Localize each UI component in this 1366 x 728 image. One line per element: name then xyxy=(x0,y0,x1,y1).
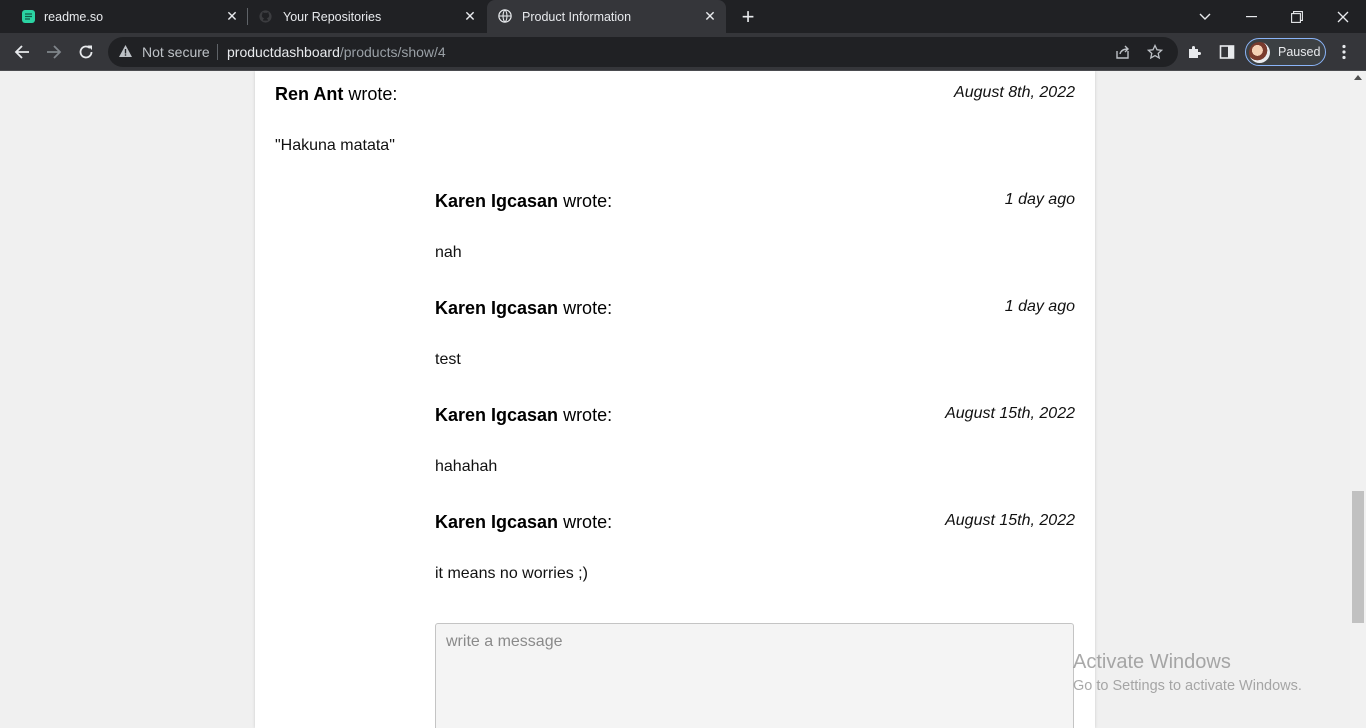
url-host: productdashboard xyxy=(227,44,340,60)
kebab-menu-icon xyxy=(1342,44,1346,60)
reply-date: August 15th, 2022 xyxy=(945,512,1075,529)
wrote-label: wrote: xyxy=(343,84,398,104)
scroll-thumb[interactable] xyxy=(1352,491,1364,623)
close-icon[interactable]: ✕ xyxy=(702,8,718,24)
reply-text: hahahah xyxy=(435,458,498,475)
watermark-subtitle: Go to Settings to activate Windows. xyxy=(1073,678,1302,694)
reply-author-line: Karen Igcasan wrote: xyxy=(435,512,612,533)
page-scrollbar[interactable] xyxy=(1350,71,1366,728)
page-viewport: Ren Ant wrote: August 8th, 2022 "Hakuna … xyxy=(0,71,1366,728)
reply-date: 1 day ago xyxy=(1004,298,1075,315)
comment-date: August 8th, 2022 xyxy=(954,84,1075,101)
reply-item: Karen Igcasan wrote: 1 day ago nah xyxy=(435,191,1075,261)
comment-author-line: Ren Ant wrote: xyxy=(275,84,397,105)
comment-text: "Hakuna matata" xyxy=(275,137,395,154)
scroll-up-arrow-icon[interactable] xyxy=(1354,75,1362,80)
puzzle-icon xyxy=(1189,46,1201,58)
close-icon[interactable]: ✕ xyxy=(224,8,240,24)
warning-icon[interactable] xyxy=(118,44,133,58)
profile-status: Paused xyxy=(1278,45,1321,59)
security-label[interactable]: Not secure xyxy=(142,44,210,60)
tab-title: readme.so xyxy=(44,10,104,24)
avatar xyxy=(1249,42,1270,63)
watermark-title: Activate Windows xyxy=(1073,651,1231,673)
side-panel-button[interactable] xyxy=(1215,40,1239,64)
windows-activation-watermark: Activate Windows Go to Settings to activ… xyxy=(1073,651,1302,694)
arrow-left-icon xyxy=(14,45,29,59)
reload-button[interactable] xyxy=(74,40,98,64)
reply-text: nah xyxy=(435,244,462,261)
github-icon xyxy=(259,10,272,23)
menu-button[interactable] xyxy=(1332,40,1356,64)
reply-text: it means no worries ;) xyxy=(435,565,588,582)
side-panel-icon xyxy=(1219,45,1235,59)
close-icon[interactable]: ✕ xyxy=(462,8,478,24)
reply-author-line: Karen Igcasan wrote: xyxy=(435,405,612,426)
address-bar[interactable]: Not secure productdashboard/products/sho… xyxy=(108,37,1178,67)
reply-text: test xyxy=(435,351,461,368)
reply-item: Karen Igcasan wrote: 1 day ago test xyxy=(435,298,1075,368)
back-button[interactable] xyxy=(10,40,34,64)
tab-your-repositories[interactable]: Your Repositories ✕ xyxy=(248,0,486,33)
url-text[interactable]: productdashboard/products/show/4 xyxy=(227,44,446,60)
reply-date: August 15th, 2022 xyxy=(945,405,1075,422)
reply-author: Karen Igcasan xyxy=(435,512,559,532)
close-window-icon[interactable] xyxy=(1320,0,1366,33)
reply-item: Karen Igcasan wrote: August 15th, 2022 h… xyxy=(435,405,1075,475)
reply-author: Karen Igcasan xyxy=(435,405,559,425)
extensions-button[interactable] xyxy=(1183,40,1207,64)
tab-strip: readme.so ✕ Your Repositories ✕ Product … xyxy=(0,0,1366,33)
restore-icon[interactable] xyxy=(1274,0,1320,33)
reply-item: Karen Igcasan wrote: August 15th, 2022 i… xyxy=(435,512,1075,582)
message-input[interactable] xyxy=(435,623,1074,728)
new-tab-icon[interactable]: + xyxy=(738,6,758,28)
reply-author: Karen Igcasan xyxy=(435,298,559,318)
comments-card: Ren Ant wrote: August 8th, 2022 "Hakuna … xyxy=(255,71,1095,728)
tab-title: Product Information xyxy=(522,10,632,24)
reply-author-line: Karen Igcasan wrote: xyxy=(435,298,612,319)
wrote-label: wrote: xyxy=(558,298,613,318)
share-icon[interactable] xyxy=(1115,44,1131,60)
reload-icon xyxy=(79,45,93,59)
tab-title: Your Repositories xyxy=(283,10,382,24)
browser-toolbar: Not secure productdashboard/products/sho… xyxy=(0,33,1366,71)
divider xyxy=(217,44,218,60)
comment-root: Ren Ant wrote: August 8th, 2022 "Hakuna … xyxy=(275,84,1075,154)
tab-product-information[interactable]: Product Information ✕ xyxy=(487,0,726,33)
forward-button[interactable] xyxy=(42,40,66,64)
reply-author: Karen Igcasan xyxy=(435,191,559,211)
readme-icon xyxy=(22,10,35,23)
reply-author-line: Karen Igcasan wrote: xyxy=(435,191,612,212)
profile-button[interactable]: Paused xyxy=(1245,38,1326,66)
arrow-right-icon xyxy=(47,45,62,59)
wrote-label: wrote: xyxy=(558,512,613,532)
reply-date: 1 day ago xyxy=(1004,191,1075,208)
tab-readme[interactable]: readme.so ✕ xyxy=(0,0,246,33)
tab-search-icon[interactable] xyxy=(1182,0,1228,33)
minimize-icon[interactable] xyxy=(1228,0,1274,33)
comment-author: Ren Ant xyxy=(275,84,344,104)
bookmark-star-icon[interactable] xyxy=(1147,44,1163,60)
globe-icon xyxy=(498,9,512,23)
wrote-label: wrote: xyxy=(558,191,613,211)
wrote-label: wrote: xyxy=(558,405,613,425)
url-path: /products/show/4 xyxy=(339,44,446,60)
